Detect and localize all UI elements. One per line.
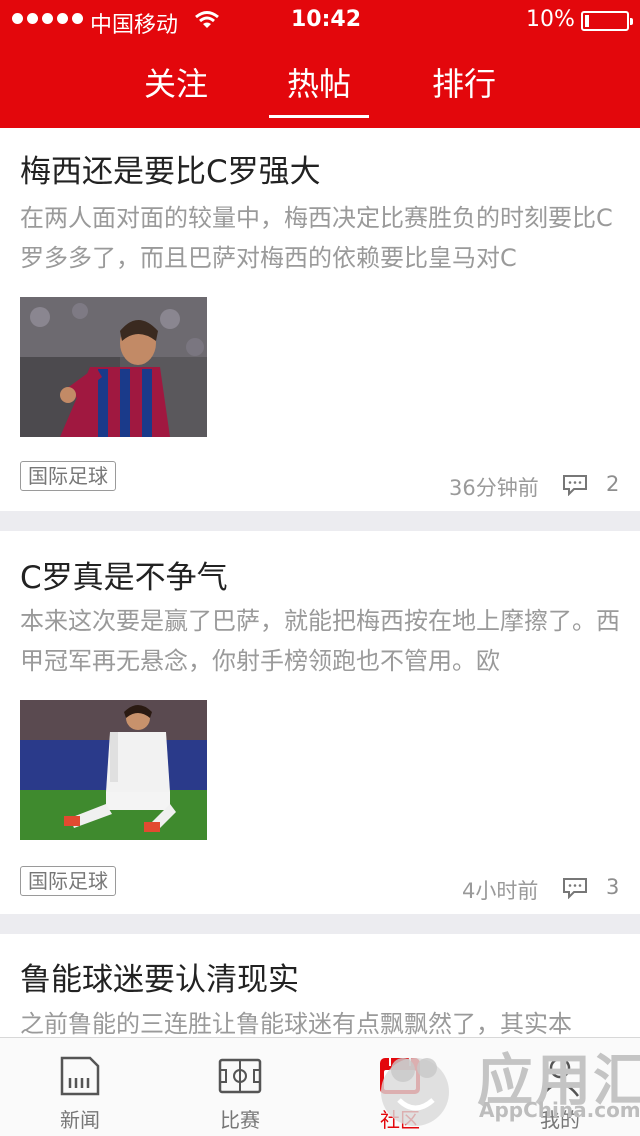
comment-icon[interactable] <box>562 474 588 496</box>
signal-strength-icon <box>12 13 83 24</box>
bottom-tab-bar: 新闻 比赛 社区 我的 <box>0 1037 640 1136</box>
post-thumbnail[interactable] <box>20 700 207 840</box>
post-title[interactable]: C罗真是不争气 <box>20 552 228 597</box>
top-tabs: 关注 热帖 排行 <box>0 60 640 120</box>
post-card[interactable]: 梅西还是要比C罗强大 在两人面对面的较量中，梅西决定比赛胜负的时刻要比C罗多多了… <box>0 128 640 511</box>
post-time: 4小时前 <box>462 879 539 903</box>
nav-news[interactable]: 新闻 <box>0 1038 160 1136</box>
comment-icon[interactable] <box>562 877 588 899</box>
comment-count: 2 <box>606 472 620 496</box>
news-icon <box>60 1056 100 1096</box>
tab-hot-posts[interactable]: 热帖 <box>264 60 374 118</box>
nav-profile[interactable]: 我的 <box>480 1038 640 1136</box>
pitch-icon <box>218 1058 262 1094</box>
status-bar: 中国移动 10:42 10% <box>0 0 640 40</box>
tab-follow[interactable]: 关注 <box>121 60 231 118</box>
category-tag[interactable]: 国际足球 <box>20 866 116 896</box>
nav-label: 新闻 <box>60 1108 100 1132</box>
nav-label: 比赛 <box>220 1108 260 1132</box>
nav-label: 我的 <box>540 1108 580 1132</box>
community-icon <box>380 1058 420 1094</box>
post-time: 36分钟前 <box>449 476 539 500</box>
post-card[interactable]: C罗真是不争气 本来这次要是赢了巴萨，就能把梅西按在地上摩擦了。西甲冠军再无悬念… <box>0 531 640 914</box>
carrier-label: 中国移动 <box>90 13 179 38</box>
nav-community[interactable]: 社区 <box>320 1038 480 1136</box>
battery-icon <box>581 11 633 31</box>
comment-count: 3 <box>606 875 620 899</box>
post-card[interactable]: 鲁能球迷要认清现实 之前鲁能的三连胜让鲁能球迷有点飘飘然了，其实本 <box>0 934 640 1044</box>
nav-matches[interactable]: 比赛 <box>160 1038 320 1136</box>
post-summary: 本来这次要是赢了巴萨，就能把梅西按在地上摩擦了。西甲冠军再无悬念，你射手榜领跑也… <box>20 607 620 675</box>
post-title[interactable]: 鲁能球迷要认清现实 <box>20 954 299 999</box>
tab-ranking[interactable]: 排行 <box>409 60 519 118</box>
post-title[interactable]: 梅西还是要比C罗强大 <box>20 146 321 191</box>
profile-icon <box>541 1057 579 1097</box>
post-thumbnail[interactable] <box>20 297 207 437</box>
category-tag[interactable]: 国际足球 <box>20 461 116 491</box>
nav-label: 社区 <box>380 1108 420 1132</box>
wifi-icon <box>195 11 219 28</box>
clock: 10:42 <box>291 7 362 32</box>
battery-percent: 10% <box>526 7 575 32</box>
post-summary: 在两人面对面的较量中，梅西决定比赛胜负的时刻要比C罗多多了，而且巴萨对梅西的依赖… <box>20 204 613 272</box>
app-header: 中国移动 10:42 10% 关注 热帖 排行 <box>0 0 640 128</box>
